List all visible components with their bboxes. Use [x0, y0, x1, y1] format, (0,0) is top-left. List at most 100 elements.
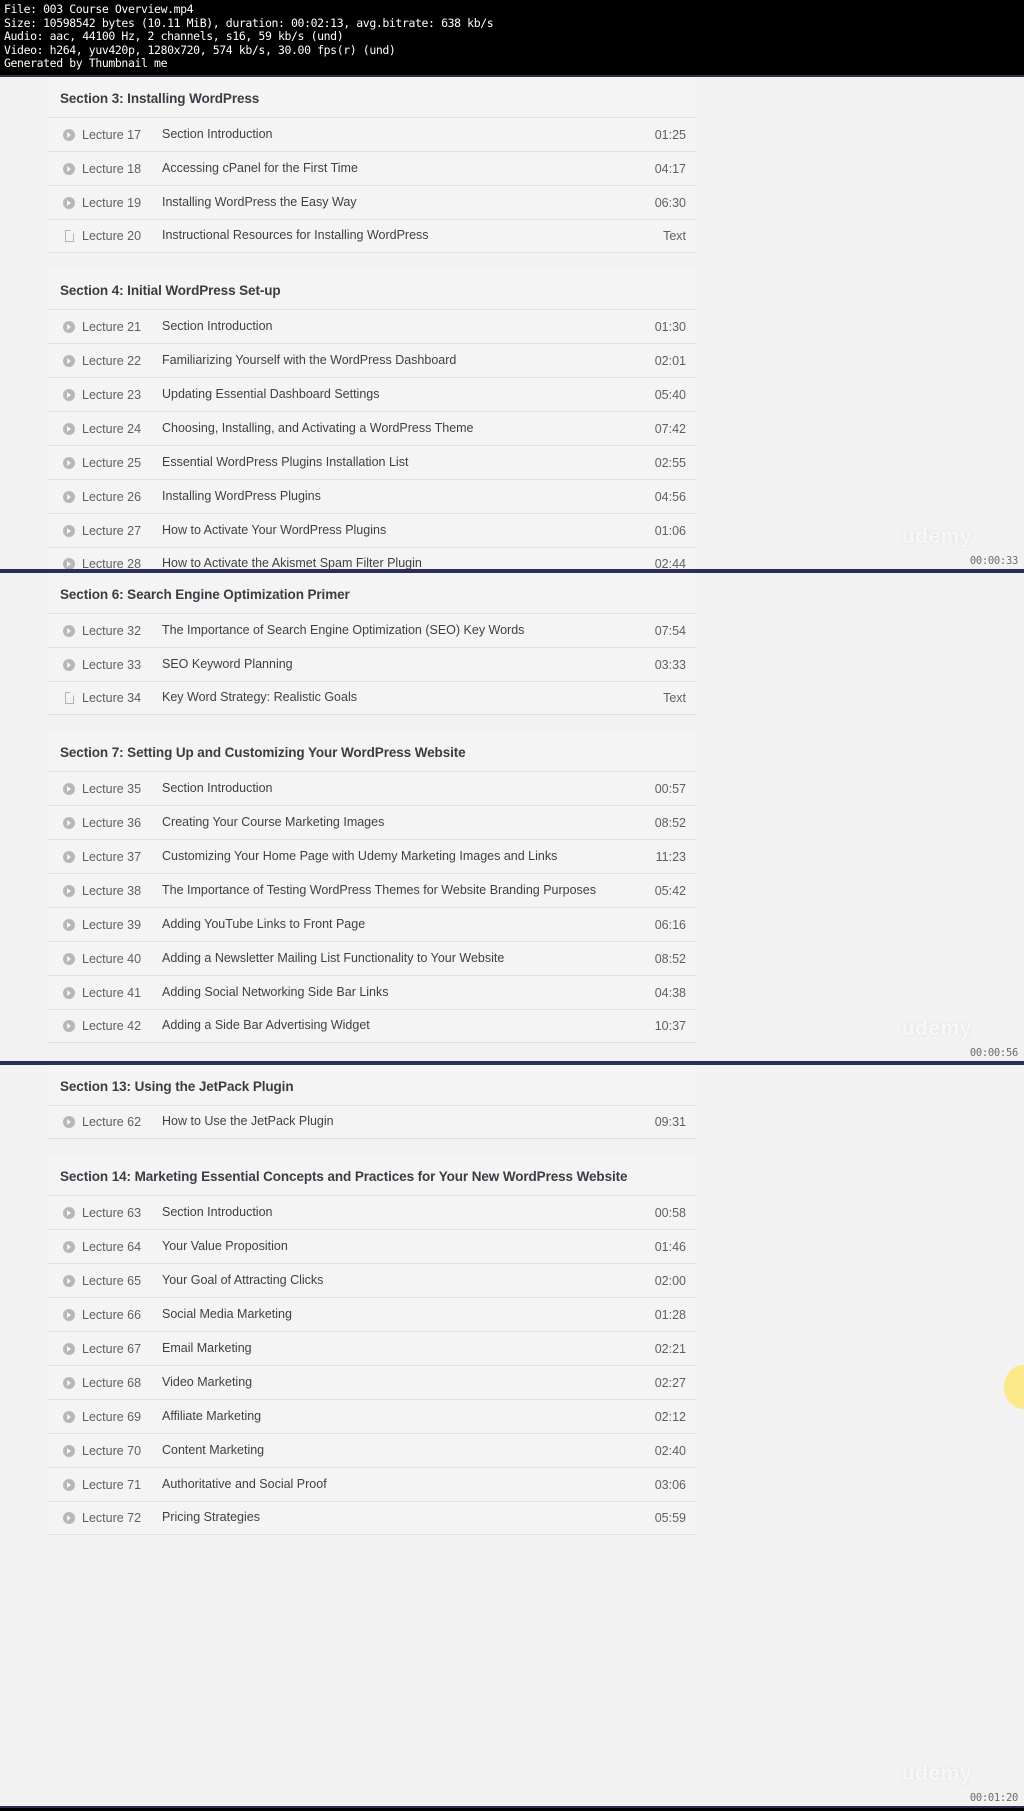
lecture-row[interactable]: Lecture 18 Accessing cPanel for the First… [48, 151, 696, 185]
lecture-row[interactable]: Lecture 39 Adding YouTube Links to Front … [48, 907, 696, 941]
lecture-row[interactable]: Lecture 68 Video Marketing 02:27 [48, 1365, 696, 1399]
lecture-row[interactable]: Lecture 34 Key Word Strategy: Realistic G… [48, 681, 696, 715]
lecture-row[interactable]: Lecture 17 Section Introduction 01:25 [48, 117, 696, 151]
lecture-title[interactable]: Installing WordPress Plugins [162, 489, 626, 505]
frame-content: Section 6: Search Engine Optimization Pr… [0, 573, 1024, 1043]
lecture-title[interactable]: Section Introduction [162, 319, 626, 335]
lecture-duration: 02:55 [654, 455, 686, 470]
lecture-title[interactable]: Instructional Resources for Installing W… [162, 228, 626, 244]
lecture-title[interactable]: Authoritative and Social Proof [162, 1477, 626, 1493]
lecture-row[interactable]: Lecture 38 The Importance of Testing Word… [48, 873, 696, 907]
lecture-title[interactable]: Installing WordPress the Easy Way [162, 195, 626, 211]
play-icon-glyph [63, 524, 75, 537]
lecture-row[interactable]: Lecture 24 Choosing, Installing, and Acti… [48, 411, 696, 445]
lecture-number: Lecture 38 [82, 883, 142, 898]
lecture-row[interactable]: Lecture 62 How to Use the JetPack Plugin 0… [48, 1105, 696, 1139]
lecture-row[interactable]: Lecture 27 How to Activate Your WordPress… [48, 513, 696, 547]
play-icon-glyph [63, 1444, 75, 1457]
lecture-title[interactable]: Creating Your Course Marketing Images [162, 815, 626, 831]
lecture-duration: 02:01 [654, 353, 686, 368]
lecture-title[interactable]: Section Introduction [162, 1205, 626, 1221]
lecture-title[interactable]: Social Media Marketing [162, 1307, 626, 1323]
lecture-row[interactable]: Lecture 42 Adding a Side Bar Advertising … [48, 1009, 696, 1043]
lecture-duration: 06:16 [654, 917, 686, 932]
lecture-row[interactable]: Lecture 72 Pricing Strategies 05:59 [48, 1501, 696, 1535]
play-icon-glyph [63, 850, 75, 863]
lecture-title[interactable]: Adding Social Networking Side Bar Links [162, 985, 626, 1001]
lecture-title[interactable]: Your Value Proposition [162, 1239, 626, 1255]
lecture-title[interactable]: Section Introduction [162, 781, 626, 797]
lecture-number: Lecture 62 [82, 1115, 142, 1129]
lecture-title[interactable]: Affiliate Marketing [162, 1409, 626, 1425]
lecture-title[interactable]: The Importance of Testing WordPress Them… [162, 883, 626, 899]
lecture-title[interactable]: Customizing Your Home Page with Udemy Ma… [162, 849, 626, 865]
lecture-duration: 02:00 [654, 1273, 686, 1288]
lecture-title[interactable]: Video Marketing [162, 1375, 626, 1391]
lecture-row[interactable]: Lecture 28 How to Activate the Akismet Sp… [48, 547, 696, 569]
lecture-row[interactable]: Lecture 63 Section Introduction 00:58 [48, 1195, 696, 1229]
lecture-row[interactable]: Lecture 23 Updating Essential Dashboard S… [48, 377, 696, 411]
lecture-row[interactable]: Lecture 40 Adding a Newsletter Mailing Li… [48, 941, 696, 975]
lecture-row[interactable]: Lecture 67 Email Marketing 02:21 [48, 1331, 696, 1365]
lecture-title[interactable]: SEO Keyword Planning [162, 657, 626, 673]
lecture-title[interactable]: Familiarizing Yourself with the WordPres… [162, 353, 626, 369]
lecture-row[interactable]: Lecture 22 Familiarizing Yourself with th… [48, 343, 696, 377]
document-icon [48, 230, 78, 242]
play-icon-glyph [63, 128, 75, 141]
lecture-title[interactable]: The Importance of Search Engine Optimiza… [162, 623, 626, 639]
lecture-title[interactable]: Pricing Strategies [162, 1510, 626, 1526]
document-icon-glyph [64, 230, 74, 242]
lecture-duration: 07:54 [654, 623, 686, 638]
lecture-number: Lecture 35 [82, 781, 142, 796]
play-icon [48, 952, 78, 965]
play-icon-glyph [63, 558, 75, 569]
lecture-title[interactable]: Adding a Newsletter Mailing List Functio… [162, 951, 626, 967]
play-icon-glyph [63, 456, 75, 469]
play-icon-glyph [63, 1410, 75, 1423]
lecture-title[interactable]: Section Introduction [162, 127, 626, 143]
section-spacer [48, 253, 696, 269]
play-icon [48, 422, 78, 435]
lecture-row[interactable]: Lecture 37 Customizing Your Home Page wit… [48, 839, 696, 873]
lecture-duration: 04:56 [654, 489, 686, 504]
lecture-title[interactable]: Adding YouTube Links to Front Page [162, 917, 626, 933]
lecture-title[interactable]: Email Marketing [162, 1341, 626, 1357]
lecture-row[interactable]: Lecture 65 Your Goal of Attracting Clicks… [48, 1263, 696, 1297]
thumbnail-frame: Section 6: Search Engine Optimization Pr… [0, 571, 1024, 1063]
lecture-row[interactable]: Lecture 64 Your Value Proposition 01:46 [48, 1229, 696, 1263]
lecture-duration: 08:52 [654, 951, 686, 966]
lecture-row[interactable]: Lecture 35 Section Introduction 00:57 [48, 771, 696, 805]
play-icon-glyph [63, 1206, 75, 1219]
lecture-number: Lecture 72 [82, 1511, 142, 1525]
lecture-row[interactable]: Lecture 70 Content Marketing 02:40 [48, 1433, 696, 1467]
lecture-row[interactable]: Lecture 69 Affiliate Marketing 02:12 [48, 1399, 696, 1433]
lecture-row[interactable]: Lecture 32 The Importance of Search Engin… [48, 613, 696, 647]
lecture-row[interactable]: Lecture 25 Essential WordPress Plugins In… [48, 445, 696, 479]
lecture-title[interactable]: Your Goal of Attracting Clicks [162, 1273, 626, 1289]
lecture-title[interactable]: Content Marketing [162, 1443, 626, 1459]
lecture-title[interactable]: Adding a Side Bar Advertising Widget [162, 1018, 626, 1034]
lecture-title[interactable]: Essential WordPress Plugins Installation… [162, 455, 626, 471]
lecture-row[interactable]: Lecture 26 Installing WordPress Plugins 04… [48, 479, 696, 513]
lecture-row[interactable]: Lecture 21 Section Introduction 01:30 [48, 309, 696, 343]
lecture-title[interactable]: Accessing cPanel for the First Time [162, 161, 626, 177]
document-icon-glyph [64, 692, 74, 704]
section-header: Section 4: Initial WordPress Set-up [60, 283, 281, 298]
lecture-row[interactable]: Lecture 20 Instructional Resources for In… [48, 219, 696, 253]
lecture-title[interactable]: Key Word Strategy: Realistic Goals [162, 690, 626, 706]
lecture-row[interactable]: Lecture 71 Authoritative and Social Proof… [48, 1467, 696, 1501]
lecture-title[interactable]: Updating Essential Dashboard Settings [162, 387, 626, 403]
lecture-row[interactable]: Lecture 33 SEO Keyword Planning 03:33 [48, 647, 696, 681]
lecture-row[interactable]: Lecture 19 Installing WordPress the Easy … [48, 185, 696, 219]
lecture-title[interactable]: How to Use the JetPack Plugin [162, 1114, 626, 1130]
lecture-title[interactable]: How to Activate Your WordPress Plugins [162, 523, 626, 539]
lecture-title[interactable]: How to Activate the Akismet Spam Filter … [162, 556, 626, 569]
lecture-row[interactable]: Lecture 41 Adding Social Networking Side … [48, 975, 696, 1009]
metadata-audio-line: Audio: aac, 44100 Hz, 2 channels, s16, 5… [4, 29, 344, 44]
lecture-row[interactable]: Lecture 36 Creating Your Course Marketing… [48, 805, 696, 839]
lecture-title[interactable]: Choosing, Installing, and Activating a W… [162, 421, 626, 437]
play-icon-glyph [63, 1478, 75, 1491]
lecture-row[interactable]: Lecture 66 Social Media Marketing 01:28 [48, 1297, 696, 1331]
lecture-duration: 09:31 [654, 1115, 686, 1129]
course-curriculum-list: Section 3: Installing WordPress Lecture 1… [48, 77, 696, 569]
